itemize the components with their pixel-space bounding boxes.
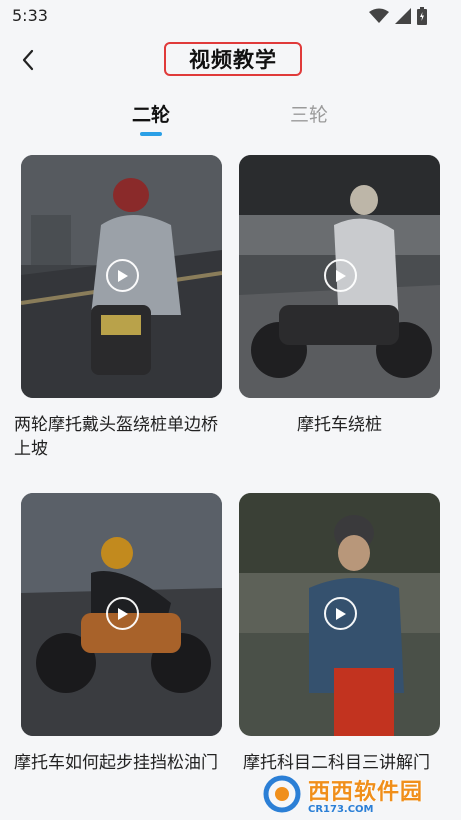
- status-time: 5:33: [12, 6, 48, 25]
- video-card[interactable]: 摩托车如何起步挂挡松油门: [14, 493, 222, 773]
- wifi-icon: [369, 8, 389, 23]
- tab-three-wheel[interactable]: 三轮: [290, 100, 328, 127]
- video-title: 两轮摩托戴头盔绕桩单边桥上坡: [14, 415, 218, 459]
- video-thumbnail[interactable]: [239, 493, 440, 736]
- video-card[interactable]: 摩托科目二科目三讲解门: [239, 493, 440, 773]
- page-title: 视频教学: [164, 42, 302, 76]
- video-thumbnail[interactable]: [21, 493, 222, 736]
- play-button[interactable]: [106, 259, 139, 292]
- watermark-text: 西西软件园 CR173.COM: [308, 774, 423, 815]
- signal-icon: [395, 8, 411, 24]
- header: 视频教学: [0, 32, 461, 88]
- status-icons: [369, 7, 427, 25]
- play-button[interactable]: [324, 259, 357, 292]
- video-card[interactable]: 摩托车绕桩: [239, 155, 440, 435]
- video-title: 摩托车绕桩: [297, 415, 382, 435]
- video-title: 摩托车如何起步挂挡松油门: [14, 753, 218, 773]
- tab-two-wheel[interactable]: 二轮: [132, 100, 170, 127]
- chevron-left-icon: [22, 49, 34, 71]
- watermark: 西西软件园 CR173.COM: [262, 772, 452, 816]
- tab-indicator: [140, 132, 162, 136]
- back-button[interactable]: [10, 44, 46, 76]
- battery-icon: [417, 7, 427, 25]
- play-icon: [335, 607, 346, 620]
- watermark-brand: 西西软件园: [308, 779, 424, 805]
- play-button[interactable]: [324, 597, 357, 630]
- play-icon: [335, 269, 346, 282]
- video-card[interactable]: 两轮摩托戴头盔绕桩单边桥上坡: [14, 155, 222, 459]
- video-thumbnail[interactable]: [239, 155, 440, 398]
- play-button[interactable]: [106, 597, 139, 630]
- video-thumbnail[interactable]: [21, 155, 222, 398]
- play-icon: [117, 607, 128, 620]
- watermark-logo-icon: [262, 774, 308, 814]
- play-icon: [117, 269, 128, 282]
- status-bar: 5:33: [0, 0, 461, 32]
- tab-bar: 二轮 三轮: [0, 96, 461, 140]
